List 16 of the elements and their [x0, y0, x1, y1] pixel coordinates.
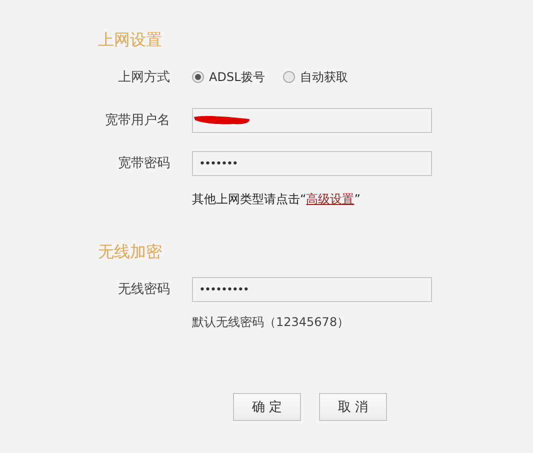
section-title: 无线加密 — [98, 241, 162, 263]
confirm-button[interactable]: 确 定 — [233, 393, 301, 421]
cancel-button[interactable]: 取 消 — [319, 393, 387, 421]
input-field[interactable]: ••••••••• — [192, 276, 432, 302]
field-label: 宽带密码 — [118, 156, 170, 171]
field-label: 宽带用户名 — [105, 113, 170, 128]
hint-text: 默认无线密码（12345678） — [192, 314, 350, 330]
input-field[interactable]: ••••••• — [192, 150, 432, 176]
radio-option[interactable]: 自动获取 — [282, 68, 348, 86]
input-field[interactable] — [192, 108, 432, 132]
advanced-settings-link[interactable]: 高级设置 — [306, 192, 354, 206]
note-text: 其他上网类型请点击“高级设置” — [192, 190, 360, 208]
radio-option[interactable]: ADSL拨号 — [192, 68, 265, 86]
section-title: 上网设置 — [98, 29, 162, 51]
field-label: 无线密码 — [118, 282, 170, 297]
field-label: 上网方式 — [118, 70, 170, 85]
